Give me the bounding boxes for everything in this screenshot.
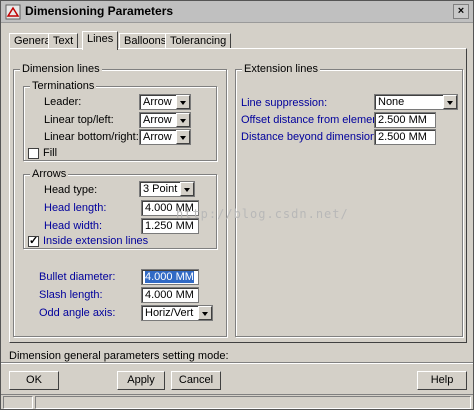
tab-tolerancing[interactable]: Tolerancing: [165, 33, 232, 49]
tab-text[interactable]: Text: [48, 33, 79, 49]
distance-beyond-value: 2.500 MM: [378, 131, 427, 143]
arrows-group-label: Arrows: [30, 168, 69, 180]
cancel-button[interactable]: Cancel: [171, 371, 221, 390]
bullet-diameter-field[interactable]: 4.000 MM: [141, 269, 199, 285]
line-suppression-select[interactable]: None: [374, 94, 458, 110]
tab-balloons[interactable]: Balloons: [119, 33, 172, 49]
linear-bottom-right-label: Linear bottom/right:: [44, 131, 139, 143]
odd-angle-axis-select-value: Horiz/Vert: [145, 307, 194, 319]
chevron-down-icon[interactable]: [176, 113, 190, 127]
slash-length-field[interactable]: 4.000 MM: [141, 287, 199, 303]
title-bar[interactable]: Dimensioning Parameters ×: [1, 1, 473, 23]
leader-label: Leader:: [44, 96, 82, 108]
chevron-down-icon[interactable]: [443, 95, 457, 109]
chevron-down-icon[interactable]: [176, 95, 190, 109]
linear-top-left-select[interactable]: Arrow: [139, 112, 191, 128]
status-cell-2: [35, 396, 471, 409]
ok-button[interactable]: OK: [9, 371, 59, 390]
extension-lines-group-label: Extension lines: [242, 63, 320, 75]
chevron-down-icon[interactable]: [180, 182, 194, 196]
dimensioning-parameters-dialog: Dimensioning Parameters × General Text L…: [0, 0, 474, 410]
inside-extension-lines-checkbox[interactable]: [28, 234, 39, 247]
fill-label: Fill: [43, 147, 58, 159]
line-suppression-label: Line suppression:: [241, 97, 328, 109]
linear-top-left-label: Linear top/left:: [44, 114, 114, 126]
help-button[interactable]: Help: [417, 371, 467, 390]
dimension-lines-group-label: Dimension lines: [20, 63, 102, 75]
leader-select[interactable]: Arrow: [139, 94, 191, 110]
offset-distance-value: 2.500 MM: [378, 114, 427, 126]
inside-extension-lines-label: Inside extension lines: [43, 235, 149, 247]
head-width-value: 1.250 MM: [145, 220, 194, 232]
odd-angle-axis-select[interactable]: Horiz/Vert: [141, 305, 213, 321]
separator: [1, 362, 473, 364]
head-type-select[interactable]: 3 Point: [139, 181, 195, 197]
watermark: http://blog.csdn.net/: [176, 207, 349, 221]
distance-beyond-field[interactable]: 2.500 MM: [374, 129, 436, 145]
head-length-label: Head length:: [44, 202, 107, 214]
status-cell-1: [3, 396, 33, 409]
window-title: Dimensioning Parameters: [25, 4, 174, 18]
close-icon[interactable]: ×: [453, 4, 469, 19]
linear-top-left-select-value: Arrow: [143, 114, 172, 126]
offset-distance-label: Offset distance from element:: [241, 114, 385, 126]
linear-bottom-right-select-value: Arrow: [143, 131, 172, 143]
chevron-down-icon[interactable]: [176, 130, 190, 144]
chevron-down-icon[interactable]: [198, 306, 212, 320]
linear-bottom-right-select[interactable]: Arrow: [139, 129, 191, 145]
head-type-select-value: 3 Point: [143, 183, 178, 195]
bullet-diameter-value: 4.000 MM: [145, 271, 194, 283]
line-suppression-select-value: None: [378, 96, 405, 108]
slash-length-label: Slash length:: [39, 289, 103, 301]
apply-button[interactable]: Apply: [117, 371, 165, 390]
fill-checkbox[interactable]: [28, 148, 39, 159]
bullet-diameter-label: Bullet diameter:: [39, 271, 116, 283]
head-width-label: Head width:: [44, 220, 103, 232]
head-type-label: Head type:: [44, 184, 98, 196]
status-bar: [1, 394, 473, 409]
offset-distance-field[interactable]: 2.500 MM: [374, 112, 436, 128]
status-text: Dimension general parameters setting mod…: [9, 350, 229, 362]
app-icon: [5, 4, 21, 20]
slash-length-value: 4.000 MM: [145, 289, 194, 301]
odd-angle-axis-label: Odd angle axis:: [39, 307, 116, 319]
tab-lines[interactable]: Lines: [82, 31, 119, 50]
terminations-group-label: Terminations: [30, 80, 97, 92]
leader-select-value: Arrow: [143, 96, 172, 108]
